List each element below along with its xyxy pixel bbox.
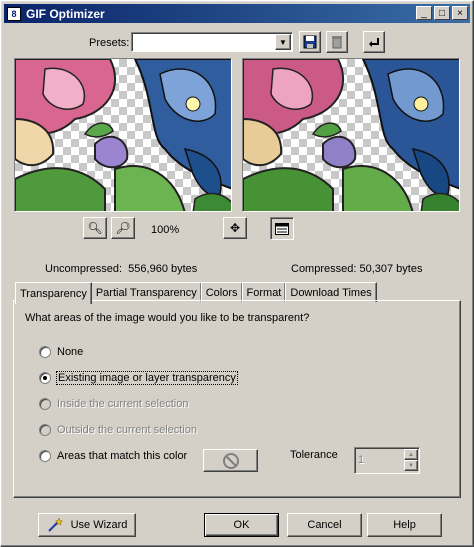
delete-preset-button[interactable] <box>326 31 348 53</box>
zoom-in-button[interactable]: 🔎︎ <box>111 217 135 239</box>
ok-button[interactable]: OK <box>204 513 279 537</box>
compressed-readout: Compressed: 50,307 bytes <box>291 263 422 275</box>
radio-button[interactable] <box>39 398 51 410</box>
radio-label: Inside the current selection <box>57 398 189 410</box>
maximize-button[interactable]: □ <box>434 6 450 20</box>
radio-match-color[interactable]: Areas that match this color <box>39 448 187 464</box>
chevron-down-icon: ▼ <box>408 462 414 469</box>
trash-icon <box>332 36 342 49</box>
gif-optimizer-window: 8 GIF Optimizer _ □ × Presets: ▼ 🔍︎ 🔎︎ 1… <box>0 0 474 547</box>
app-icon-glyph: 8 <box>11 8 17 19</box>
radio-label: Existing image or layer transparency <box>56 371 238 385</box>
radio-label: Outside the current selection <box>57 424 198 436</box>
tab-partial-transparency[interactable]: Partial Transparency <box>90 282 202 302</box>
tab-format[interactable]: Format <box>241 282 287 302</box>
tab-colors[interactable]: Colors <box>200 282 243 302</box>
tolerance-spinner[interactable]: 1 ▲ ▼ <box>354 447 420 474</box>
color-swatch-button[interactable] <box>203 449 258 472</box>
tab-strip: Transparency Partial Transparency Colors… <box>15 281 377 304</box>
tab-download-times[interactable]: Download Times <box>285 282 377 302</box>
tab-transparency[interactable]: Transparency <box>15 282 92 304</box>
radio-outside-selection[interactable]: Outside the current selection <box>39 422 197 438</box>
radio-inside-selection[interactable]: Inside the current selection <box>39 396 188 412</box>
uncompressed-label: Uncompressed: <box>45 263 123 275</box>
cancel-button[interactable]: Cancel <box>287 513 362 537</box>
zoom-out-button[interactable]: 🔍︎ <box>83 217 107 239</box>
optimized-preview[interactable] <box>242 58 460 212</box>
compressed-label: Compressed: <box>291 263 357 275</box>
radio-button[interactable] <box>39 346 51 358</box>
no-color-icon <box>222 452 239 469</box>
reset-preset-button[interactable] <box>363 31 385 53</box>
radio-label: Areas that match this color <box>57 450 188 462</box>
tab-label: Format <box>246 286 282 299</box>
zoom-level: 100% <box>151 224 180 236</box>
close-icon: × <box>457 7 463 19</box>
tab-label: Download Times <box>290 286 372 299</box>
zoom-out-icon: 🔍︎ <box>87 221 103 235</box>
undo-arrow-icon <box>369 38 379 47</box>
tolerance-value: 1 <box>358 454 365 466</box>
uncompressed-value: 556,960 bytes <box>128 263 198 275</box>
chevron-up-icon: ▲ <box>408 451 414 458</box>
preview-toggle-button[interactable] <box>270 217 294 240</box>
close-button[interactable]: × <box>452 6 468 20</box>
cancel-label: Cancel <box>307 519 342 531</box>
presets-label: Presets: <box>89 37 130 49</box>
app-icon[interactable]: 8 <box>7 6 21 21</box>
help-label: Help <box>393 519 416 531</box>
tab-label: Transparency <box>20 287 87 300</box>
presets-dropdown-button[interactable]: ▼ <box>275 34 291 50</box>
title-bar[interactable]: 8 GIF Optimizer _ □ × <box>4 4 470 23</box>
save-preset-button[interactable] <box>299 31 321 53</box>
preview-window-icon <box>275 222 289 235</box>
tolerance-label: Tolerance <box>290 449 338 461</box>
flower-image-optimized <box>243 59 459 211</box>
move-icon: ✥ <box>229 221 241 235</box>
wizard-wand-icon <box>47 517 63 532</box>
radio-button[interactable] <box>39 424 51 436</box>
help-button[interactable]: Help <box>367 513 442 537</box>
use-wizard-button[interactable]: Use Wizard <box>38 513 136 537</box>
window-title: GIF Optimizer <box>26 6 105 21</box>
transparency-question: What areas of the image would you like t… <box>25 312 310 324</box>
radio-button[interactable] <box>39 372 51 384</box>
zoom-in-icon: 🔎︎ <box>115 221 131 235</box>
radio-existing-transparency[interactable]: Existing image or layer transparency <box>39 370 238 386</box>
pan-button[interactable]: ✥ <box>223 217 247 239</box>
tab-label: Partial Transparency <box>95 286 197 299</box>
flower-image <box>15 59 231 211</box>
presets-combo[interactable]: ▼ <box>131 32 293 52</box>
floppy-disk-icon <box>303 35 317 49</box>
compressed-value: 50,307 bytes <box>359 263 423 275</box>
radio-none[interactable]: None <box>39 344 83 360</box>
tolerance-up-button[interactable]: ▲ <box>404 449 418 460</box>
radio-button[interactable] <box>39 450 51 462</box>
chevron-down-icon: ▼ <box>279 37 287 47</box>
minimize-icon: _ <box>421 7 427 19</box>
maximize-icon: □ <box>438 7 446 19</box>
tolerance-down-button[interactable]: ▼ <box>404 460 418 471</box>
radio-label: None <box>57 346 84 358</box>
original-preview[interactable] <box>14 58 232 212</box>
use-wizard-label: Use Wizard <box>70 519 128 531</box>
uncompressed-readout: Uncompressed: 556,960 bytes <box>45 263 197 275</box>
ok-label: OK <box>233 519 250 531</box>
tab-label: Colors <box>205 286 238 299</box>
minimize-button[interactable]: _ <box>416 6 432 20</box>
